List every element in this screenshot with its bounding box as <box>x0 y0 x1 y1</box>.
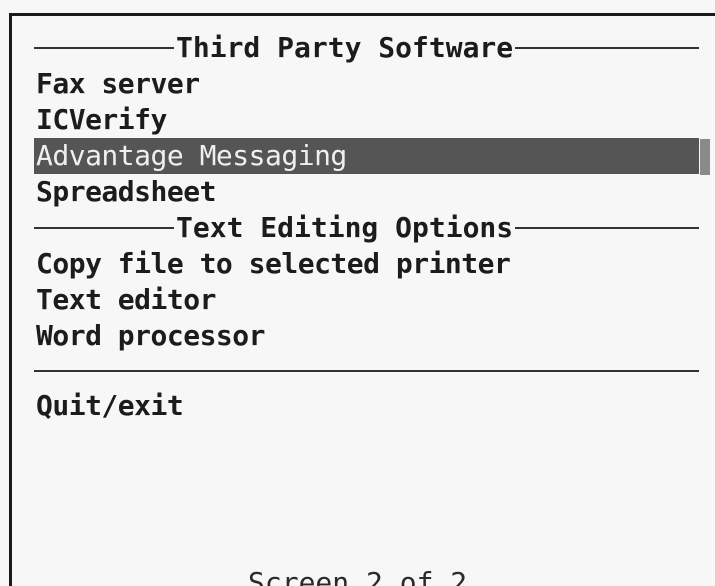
section-title: Third Party Software <box>176 31 514 64</box>
section-rule-left <box>34 47 174 49</box>
menu-item-icverify[interactable]: ICVerify <box>34 102 699 138</box>
screen-border-left <box>9 13 12 586</box>
menu-item-text-editor[interactable]: Text editor <box>34 282 699 318</box>
menu-item-spreadsheet[interactable]: Spreadsheet <box>34 174 699 210</box>
menu-spacer <box>34 354 699 370</box>
section-header-text-editing: Text Editing Options <box>34 210 699 246</box>
screen-border-top <box>9 13 715 16</box>
section-title: Text Editing Options <box>176 211 514 244</box>
menu-item-quit-exit[interactable]: Quit/exit <box>34 388 699 424</box>
menu-item-advantage-messaging[interactable]: Advantage Messaging <box>34 138 699 174</box>
menu-item-word-processor[interactable]: Word processor <box>34 318 699 354</box>
screen-page-indicator: Screen 2 of 2 <box>248 566 468 586</box>
terminal-screen: Third Party Software Fax server ICVerify… <box>0 0 715 586</box>
section-rule-right <box>515 47 699 49</box>
section-header-third-party: Third Party Software <box>34 30 699 66</box>
menu-divider <box>34 370 699 372</box>
menu-item-copy-file-to-printer[interactable]: Copy file to selected printer <box>34 246 699 282</box>
menu-item-fax-server[interactable]: Fax server <box>34 66 699 102</box>
section-rule-right <box>515 227 699 229</box>
section-rule-left <box>34 227 174 229</box>
main-menu: Third Party Software Fax server ICVerify… <box>34 30 699 424</box>
selection-scroll-indicator <box>700 139 710 175</box>
